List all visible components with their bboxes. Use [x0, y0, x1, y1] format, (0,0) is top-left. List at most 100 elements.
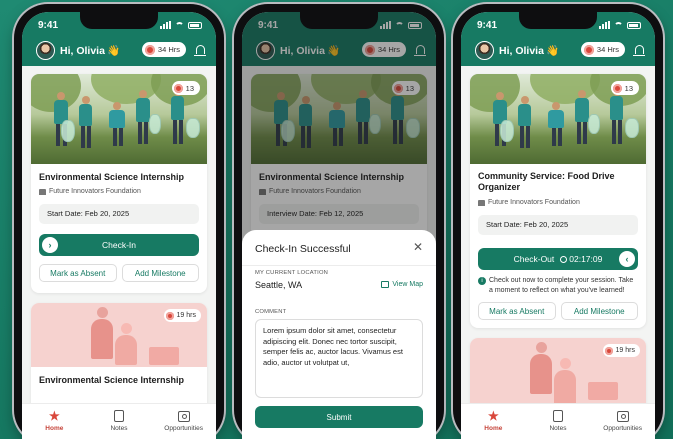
- submit-button[interactable]: Submit: [255, 406, 423, 428]
- badge-icon: [173, 83, 183, 93]
- avatar[interactable]: [475, 41, 494, 60]
- phone-frame-3: 9:41 Hi, Olivia 👋 34 Hrs 13 Community Se…: [453, 4, 663, 439]
- view-map-link[interactable]: View Map: [381, 281, 423, 288]
- opportunity-card[interactable]: 13 Community Service: Food Drive Organiz…: [470, 74, 646, 328]
- sheet-title: Check-In Successful: [255, 243, 351, 255]
- location-value: Seattle, WA: [255, 280, 303, 290]
- avatar[interactable]: [36, 41, 55, 60]
- phone-frame-2: 9:41 Hi, Olivia 👋 34 Hrs 13 Environmenta…: [234, 4, 444, 439]
- organization: Future Innovators Foundation: [478, 199, 580, 206]
- battery-icon: [627, 21, 641, 29]
- hours-chip[interactable]: 34 Hrs: [580, 42, 625, 57]
- notch: [80, 12, 158, 29]
- add-milestone-button[interactable]: Add Milestone: [121, 264, 199, 282]
- hours-chip[interactable]: 34 Hrs: [141, 42, 186, 57]
- add-milestone-button[interactable]: Add Milestone: [560, 302, 638, 320]
- study-illustration: 19 hrs: [31, 303, 207, 367]
- building-icon: [478, 199, 485, 206]
- battery-icon: [188, 21, 202, 29]
- opportunity-card[interactable]: 13 Environmental Science Internship Futu…: [31, 74, 207, 293]
- start-date: Start Date: Feb 20, 2025: [478, 215, 638, 235]
- tab-notes[interactable]: Notes: [94, 410, 144, 439]
- phone-screen-2: 9:41 Hi, Olivia 👋 34 Hrs 13 Environmenta…: [242, 12, 436, 439]
- location-label: MY CURRENT LOCATION: [255, 270, 329, 276]
- arrow-left-icon: ‹: [619, 251, 635, 267]
- hours-badge-icon: [144, 44, 155, 55]
- hours-badge: 19 hrs: [163, 309, 201, 322]
- organization: Future Innovators Foundation: [39, 188, 141, 195]
- check-in-sheet: Check-In Successful ✕ MY CURRENT LOCATIO…: [242, 230, 436, 439]
- opportunities-icon: [177, 410, 190, 422]
- notes-icon: [113, 410, 125, 422]
- tab-opportunities[interactable]: Opportunities: [598, 410, 648, 439]
- status-time: 9:41: [38, 20, 59, 31]
- phone-frame-1: 9:41 Hi, Olivia 👋 34 Hrs 13 Environmenta…: [14, 4, 224, 439]
- signal-icon: [160, 21, 171, 29]
- check-in-button[interactable]: › Check-In: [39, 234, 199, 256]
- check-out-button[interactable]: Check-Out 02:17:09 ‹: [478, 248, 638, 270]
- card-title: Environmental Science Internship: [39, 375, 185, 385]
- session-timer: 02:17:09: [560, 254, 602, 264]
- study-illustration: 19 hrs: [470, 338, 646, 403]
- tab-home[interactable]: ★ Home: [29, 410, 79, 439]
- signal-icon: [599, 21, 610, 29]
- wifi-icon: [614, 21, 623, 29]
- tab-home-label: Home: [484, 425, 503, 432]
- notes-icon: [552, 410, 564, 422]
- opportunity-card-2[interactable]: 19 hrs Environmental Science Internship: [31, 303, 207, 403]
- tab-opportunities[interactable]: Opportunities: [159, 410, 209, 439]
- organization-name: Future Innovators Foundation: [49, 188, 141, 195]
- card-title: Environmental Science Internship: [39, 172, 185, 182]
- hours-badge-icon: [583, 44, 594, 55]
- tab-home[interactable]: ★ Home: [468, 410, 518, 439]
- participants-badge: 13: [610, 81, 639, 95]
- home-star-icon: ★: [48, 409, 60, 423]
- badge-icon: [612, 83, 622, 93]
- hours-badge: 19 hrs: [602, 344, 640, 357]
- home-star-icon: ★: [487, 409, 499, 423]
- opportunity-card-2[interactable]: 19 hrs: [470, 338, 646, 403]
- tab-notes[interactable]: Notes: [533, 410, 583, 439]
- volunteer-photo: 13: [31, 74, 207, 164]
- building-icon: [39, 188, 46, 195]
- badge-count: 13: [185, 83, 194, 93]
- divider: [242, 265, 436, 266]
- bell-icon[interactable]: [194, 45, 206, 56]
- wifi-icon: [175, 21, 184, 29]
- tab-notes-label: Notes: [110, 425, 128, 432]
- arrow-right-icon: ›: [42, 237, 58, 253]
- tab-bar: ★ Home Notes Opportunities: [461, 403, 655, 439]
- check-out-label: Check-Out: [513, 254, 555, 264]
- close-icon[interactable]: ✕: [413, 241, 423, 253]
- bell-icon[interactable]: [633, 45, 645, 56]
- status-icons: [599, 21, 641, 29]
- badge-count: 13: [624, 83, 633, 93]
- wave-emoji: 👋: [545, 45, 560, 57]
- hours-badge-label: 19 hrs: [176, 312, 196, 319]
- badge-icon: [165, 311, 174, 320]
- organization-name: Future Innovators Foundation: [488, 199, 580, 206]
- content-area: 13 Community Service: Food Drive Organiz…: [461, 66, 655, 403]
- mark-absent-button[interactable]: Mark as Absent: [478, 302, 556, 320]
- notch: [300, 12, 378, 29]
- tab-opportunities-label: Opportunities: [164, 425, 203, 432]
- notch: [519, 12, 597, 29]
- phone-screen-1: 9:41 Hi, Olivia 👋 34 Hrs 13 Environmenta…: [22, 12, 216, 439]
- greeting: Hi, Olivia 👋: [60, 44, 120, 57]
- mark-absent-button[interactable]: Mark as Absent: [39, 264, 117, 282]
- greeting: Hi, Olivia 👋: [499, 44, 559, 57]
- badge-icon: [604, 346, 613, 355]
- greeting-text: Hi, Olivia: [499, 45, 544, 57]
- comment-textarea[interactable]: Lorem ipsum dolor sit amet, consectetur …: [255, 319, 423, 398]
- wave-emoji: 👋: [106, 45, 121, 57]
- content-area: 13 Environmental Science Internship Futu…: [22, 66, 216, 403]
- hours-badge-label: 19 hrs: [615, 347, 635, 354]
- status-time: 9:41: [477, 20, 498, 31]
- comment-label: COMMENT: [255, 309, 287, 315]
- tab-notes-label: Notes: [549, 425, 567, 432]
- tab-home-label: Home: [45, 425, 64, 432]
- participants-badge: 13: [171, 81, 200, 95]
- timer-value: 02:17:09: [569, 254, 603, 264]
- view-map-label: View Map: [392, 281, 423, 288]
- greeting-text: Hi, Olivia: [60, 45, 105, 57]
